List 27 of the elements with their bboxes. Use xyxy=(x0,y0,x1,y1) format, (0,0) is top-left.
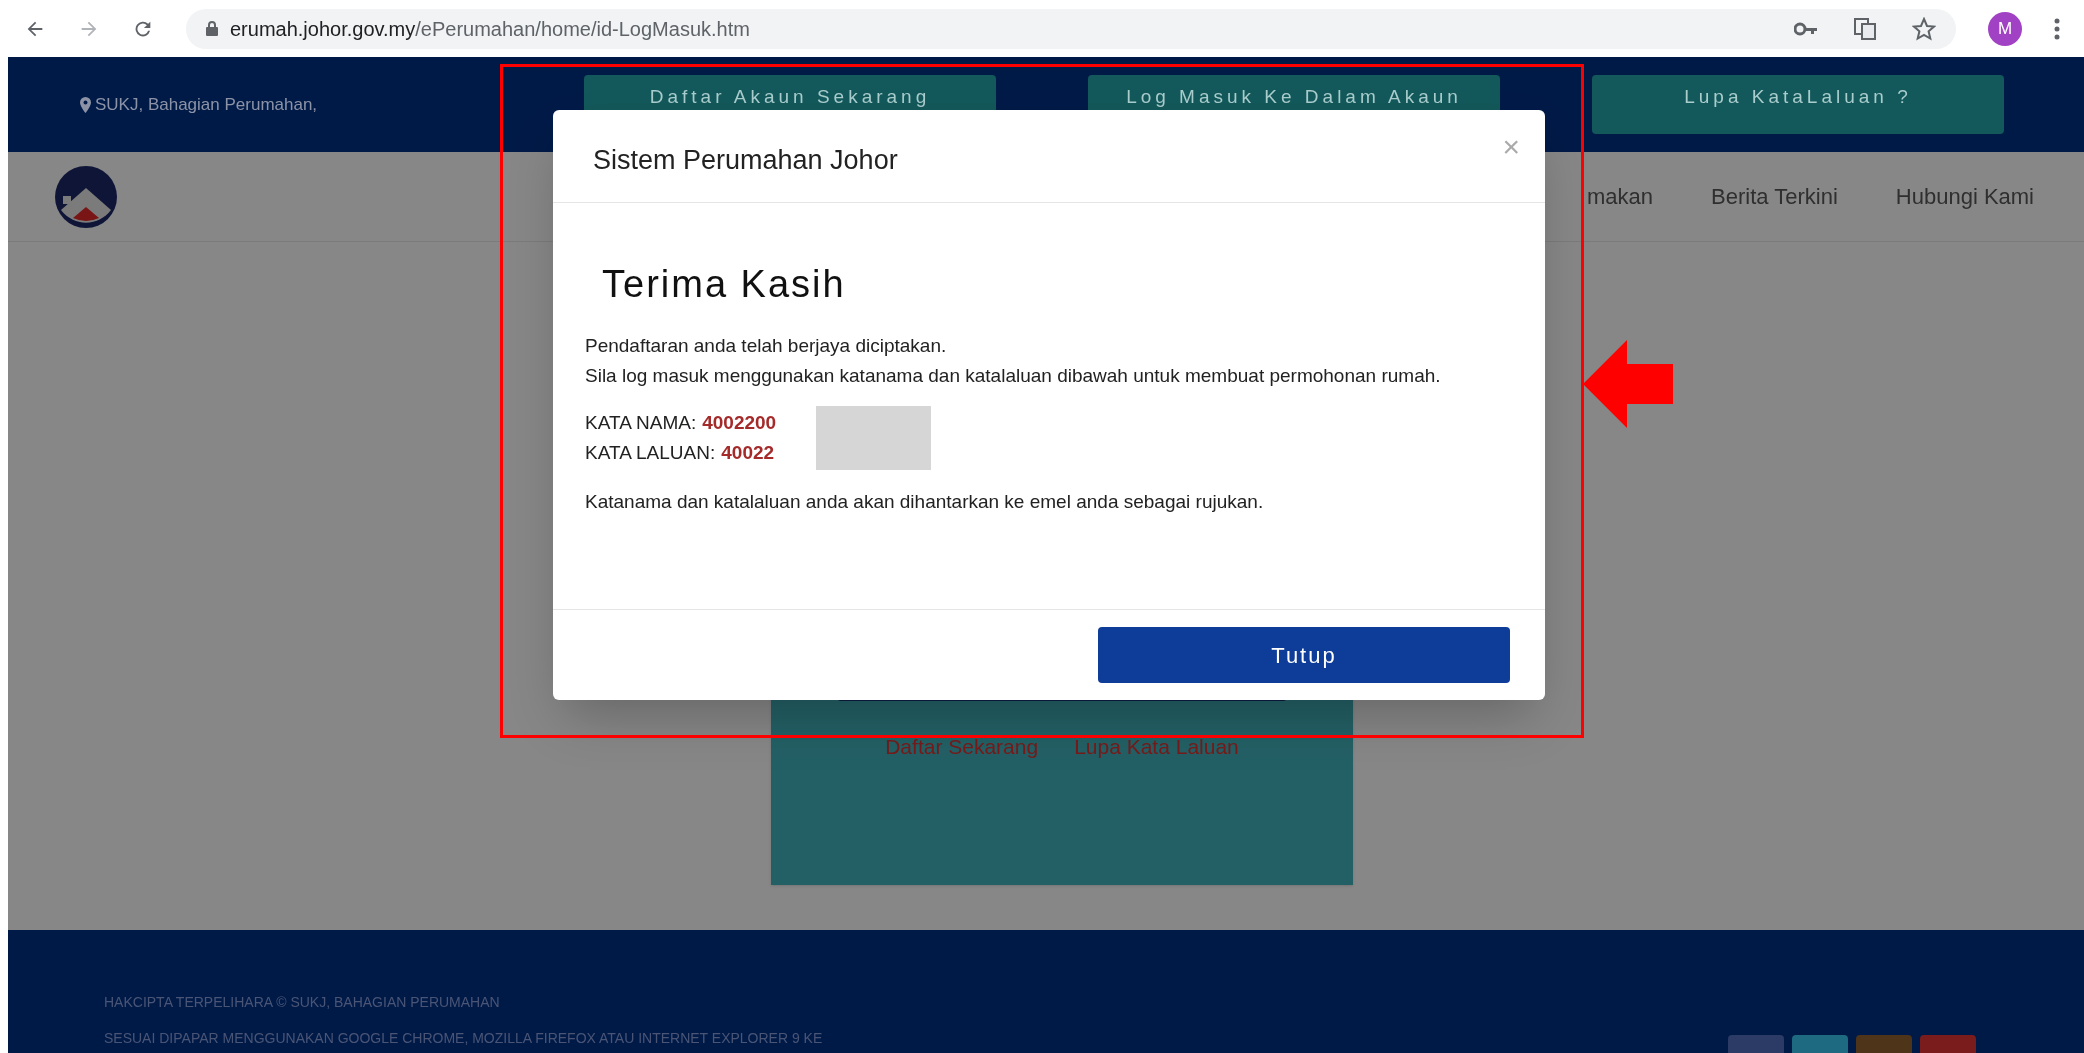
arrow-icon xyxy=(1583,340,1673,428)
lock-icon xyxy=(206,21,218,36)
close-dialog-button[interactable]: Tutup xyxy=(1098,627,1510,683)
menu-icon[interactable] xyxy=(2054,17,2060,40)
dialog-message: Pendaftaran anda telah berjaya diciptakan. xyxy=(585,334,948,358)
credential-label: KATA LALUAN: xyxy=(585,441,716,465)
star-icon[interactable] xyxy=(1912,16,1936,41)
footer-text: SESUAI DIPAPAR MENGGUNAKAN GOOGLE CHROME, MOZILLA FIREFOX ATAU INTERNET EXPLORER 9 KE xyxy=(104,1031,823,1045)
nav-link[interactable]: Hubungi Kami xyxy=(1895,180,2034,213)
nav-link[interactable]: Berita Terkini xyxy=(1711,180,1838,213)
credential-label: KATA NAMA: xyxy=(585,411,697,435)
dialog-note: Katanama dan katalaluan anda akan dihantarkan ke emel anda sebagai rujukan. xyxy=(585,490,1265,514)
dialog-message: Sila log masuk menggunakan katanama dan katalaluan dibawah untuk membuat permohonan rumah. xyxy=(585,364,1442,388)
url-text: erumah.johor.gov.my/ePerumahan/home/id-LogMasuk.htm xyxy=(230,16,750,42)
profile-avatar[interactable]: M xyxy=(1988,11,2022,46)
nav-link[interactable]: makan xyxy=(1587,180,1654,213)
location-text: SUKJ, Bahagian Perumahan, xyxy=(80,91,584,118)
credential-value: 4002200 xyxy=(702,411,777,435)
dialog-heading: Terima Kasih xyxy=(602,265,847,303)
map-pin-icon xyxy=(80,96,91,113)
dialog-title: Sistem Perumahan Johor xyxy=(593,144,898,177)
address-bar[interactable]: erumah.johor.gov.my/ePerumahan/home/id-LogMasuk.htm xyxy=(186,8,1956,49)
logo-icon xyxy=(55,165,117,228)
footer-text: HAKCIPTA TERPELIHARA © SUKJ, BAHAGIAN PERUMAHAN xyxy=(104,995,501,1009)
key-icon[interactable] xyxy=(1794,21,1818,36)
credential-value: 40022 xyxy=(721,441,775,465)
header-button[interactable]: Lupa KataLaluan ? xyxy=(1592,75,2004,134)
